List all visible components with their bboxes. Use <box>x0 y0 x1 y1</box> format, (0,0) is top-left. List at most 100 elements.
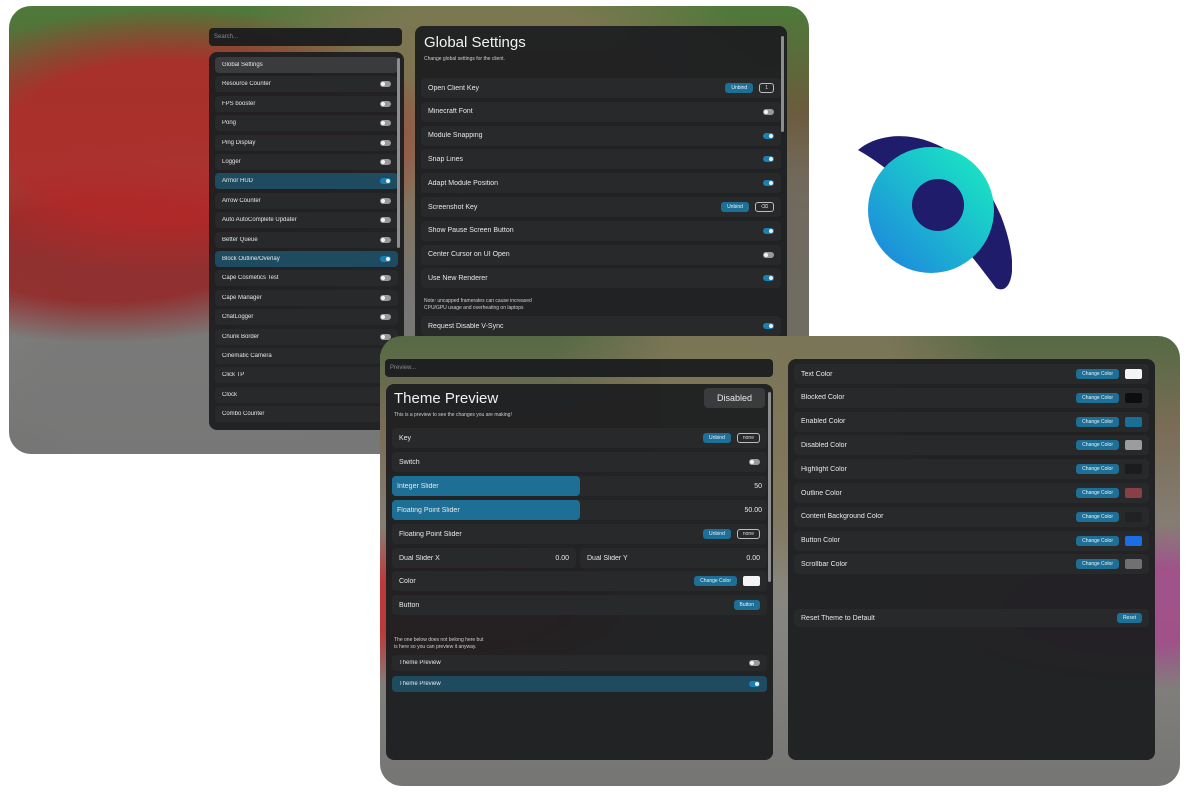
theme-row-content-background-color[interactable]: Content Background Color Change Color <box>794 506 1149 527</box>
change-color-button[interactable]: Change Color <box>1076 559 1119 570</box>
sidebar-item-resource-counter[interactable]: Resource Counter <box>215 76 398 93</box>
setting-row-open-client-key[interactable]: Open Client Key Unbind 1 <box>421 78 781 98</box>
preview-key-row[interactable]: Key Unbind none <box>392 428 767 448</box>
color-swatch[interactable] <box>1125 440 1142 451</box>
toggle-icon[interactable] <box>749 459 760 465</box>
change-color-button[interactable]: Change Color <box>1076 535 1119 546</box>
toggle-icon[interactable] <box>380 159 391 165</box>
sidebar-scrollbar[interactable] <box>397 58 400 248</box>
unbind-button[interactable]: Unbind <box>725 83 754 93</box>
toggle-icon[interactable] <box>380 275 391 282</box>
change-color-button[interactable]: Change Color <box>1076 392 1119 403</box>
change-color-button[interactable]: Change Color <box>1076 416 1119 427</box>
toggle-icon[interactable] <box>380 197 391 204</box>
change-color-button[interactable]: Change Color <box>1076 511 1119 522</box>
reset-theme-row[interactable]: Reset Theme to Default Reset <box>794 609 1149 627</box>
color-swatch[interactable] <box>1125 535 1142 546</box>
color-swatch[interactable] <box>1125 392 1142 403</box>
preview-search-input[interactable]: Preview... <box>385 359 773 377</box>
toggle-icon[interactable] <box>763 251 774 258</box>
toggle-icon[interactable] <box>749 681 760 687</box>
toggle-icon[interactable] <box>763 132 774 139</box>
setting-row-use-new-renderer[interactable]: Use New Renderer <box>421 268 781 289</box>
floating-point-slider[interactable]: Floating Point Slider 50.00 <box>392 500 767 520</box>
color-swatch[interactable] <box>743 576 760 586</box>
unbind-button[interactable]: Unbind <box>721 202 749 212</box>
setting-row-adapt-module-position[interactable]: Adapt Module Position <box>421 173 781 194</box>
toggle-icon[interactable] <box>763 108 774 115</box>
sidebar-item-logger[interactable]: Logger <box>215 154 398 170</box>
dual-slider-x[interactable]: Dual Slider X 0.00 <box>392 548 576 568</box>
toggle-icon[interactable] <box>380 236 391 243</box>
toggle-icon[interactable] <box>380 81 391 88</box>
color-swatch[interactable] <box>1125 488 1142 498</box>
change-color-button[interactable]: Change Color <box>694 576 737 586</box>
sidebar-item-auto-autocomplete-updater[interactable]: Auto AutoComplete Updater <box>215 212 398 229</box>
toggle-icon[interactable] <box>380 120 391 127</box>
toggle-icon[interactable] <box>380 294 391 301</box>
preview-button-row[interactable]: Button Button <box>392 595 767 615</box>
toggle-icon[interactable] <box>763 227 774 234</box>
sidebar-item-better-queue[interactable]: Better Queue <box>215 231 398 248</box>
change-color-button[interactable]: Change Color <box>1076 488 1119 498</box>
color-swatch[interactable] <box>1125 511 1142 522</box>
keybind-box[interactable]: ⌫ <box>754 202 774 212</box>
color-swatch[interactable] <box>1125 464 1142 475</box>
module-search-input[interactable]: Search... <box>209 28 402 46</box>
sidebar-item-cape-cosmetics-test[interactable]: Cape Cosmetics Test <box>215 270 398 287</box>
theme-row-text-color[interactable]: Text Color Change Color <box>794 364 1149 384</box>
theme-row-button-color[interactable]: Button Color Change Color <box>794 530 1149 551</box>
toggle-icon[interactable] <box>763 323 774 329</box>
floating-point-key-row[interactable]: Floating Point Slider Unbind none <box>392 524 767 544</box>
setting-row-screenshot-key[interactable]: Screenshot Key Unbind ⌫ <box>421 197 781 217</box>
color-swatch[interactable] <box>1125 559 1142 570</box>
change-color-button[interactable]: Change Color <box>1076 440 1119 451</box>
toggle-icon[interactable] <box>749 660 760 666</box>
preview-scrollbar[interactable] <box>768 392 771 582</box>
theme-row-outline-color[interactable]: Outline Color Change Color <box>794 483 1149 503</box>
theme-row-disabled-color[interactable]: Disabled Color Change Color <box>794 435 1149 456</box>
color-swatch[interactable] <box>1125 416 1142 427</box>
toggle-icon[interactable] <box>380 178 391 185</box>
setting-row-minecraft-font[interactable]: Minecraft Font <box>421 101 781 122</box>
sidebar-item-arrow-counter[interactable]: Arrow Counter <box>215 192 398 209</box>
sidebar-item-block-outline-overlay[interactable]: Block Outline/Overlay <box>215 251 398 267</box>
sidebar-item-fps-booster[interactable]: FPS booster <box>215 95 398 112</box>
settings-scrollbar[interactable] <box>781 36 784 132</box>
integer-slider[interactable]: Integer Slider 50 <box>392 476 767 496</box>
setting-row-show-pause-screen-button[interactable]: Show Pause Screen Button <box>421 220 781 241</box>
sidebar-item-click-tp[interactable]: Click TP <box>215 367 398 384</box>
sidebar-item-cinematic-camera[interactable]: Cinematic Camera <box>215 348 398 364</box>
keybind-box[interactable]: 1 <box>759 83 774 93</box>
theme-row-highlight-color[interactable]: Highlight Color Change Color <box>794 459 1149 480</box>
setting-row-center-cursor-on-ui-open[interactable]: Center Cursor on UI Open <box>421 244 781 265</box>
key-value-box[interactable]: none <box>736 529 760 539</box>
toggle-icon[interactable] <box>380 217 391 224</box>
theme-preview-item[interactable]: Theme Preview <box>392 655 767 671</box>
toggle-icon[interactable] <box>763 275 774 282</box>
sidebar-item-cape-manager[interactable]: Cape Manager <box>215 289 398 306</box>
toggle-icon[interactable] <box>380 256 391 262</box>
sidebar-item-chunk-border[interactable]: Chunk Border <box>215 328 398 345</box>
sidebar-item-global-settings[interactable]: Global Settings <box>215 57 398 73</box>
toggle-icon[interactable] <box>763 156 774 163</box>
theme-row-blocked-color[interactable]: Blocked Color Change Color <box>794 387 1149 408</box>
preview-button[interactable]: Button <box>733 600 760 610</box>
disabled-state-button[interactable]: Disabled <box>704 388 765 408</box>
sidebar-item-combo-counter[interactable]: Combo Counter <box>215 406 398 423</box>
setting-row-module-snapping[interactable]: Module Snapping <box>421 125 781 146</box>
sidebar-item-pong[interactable]: Pong <box>215 115 398 132</box>
sidebar-item-chatlogger[interactable]: ChatLogger <box>215 309 398 326</box>
change-color-button[interactable]: Change Color <box>1076 464 1119 475</box>
key-value-box[interactable]: none <box>736 433 760 443</box>
setting-row-vsync[interactable]: Request Disable V-Sync <box>421 316 781 336</box>
preview-switch-row[interactable]: Switch <box>392 452 767 472</box>
dual-slider-y[interactable]: Dual Slider Y 0.00 <box>580 548 767 568</box>
theme-row-scrollbar-color[interactable]: Scrollbar Color Change Color <box>794 554 1149 575</box>
toggle-icon[interactable] <box>763 180 774 187</box>
theme-row-enabled-color[interactable]: Enabled Color Change Color <box>794 411 1149 432</box>
setting-row-snap-lines[interactable]: Snap Lines <box>421 149 781 170</box>
reset-button[interactable]: Reset <box>1116 613 1142 623</box>
toggle-icon[interactable] <box>380 139 391 146</box>
preview-color-row[interactable]: Color Change Color <box>392 571 767 591</box>
